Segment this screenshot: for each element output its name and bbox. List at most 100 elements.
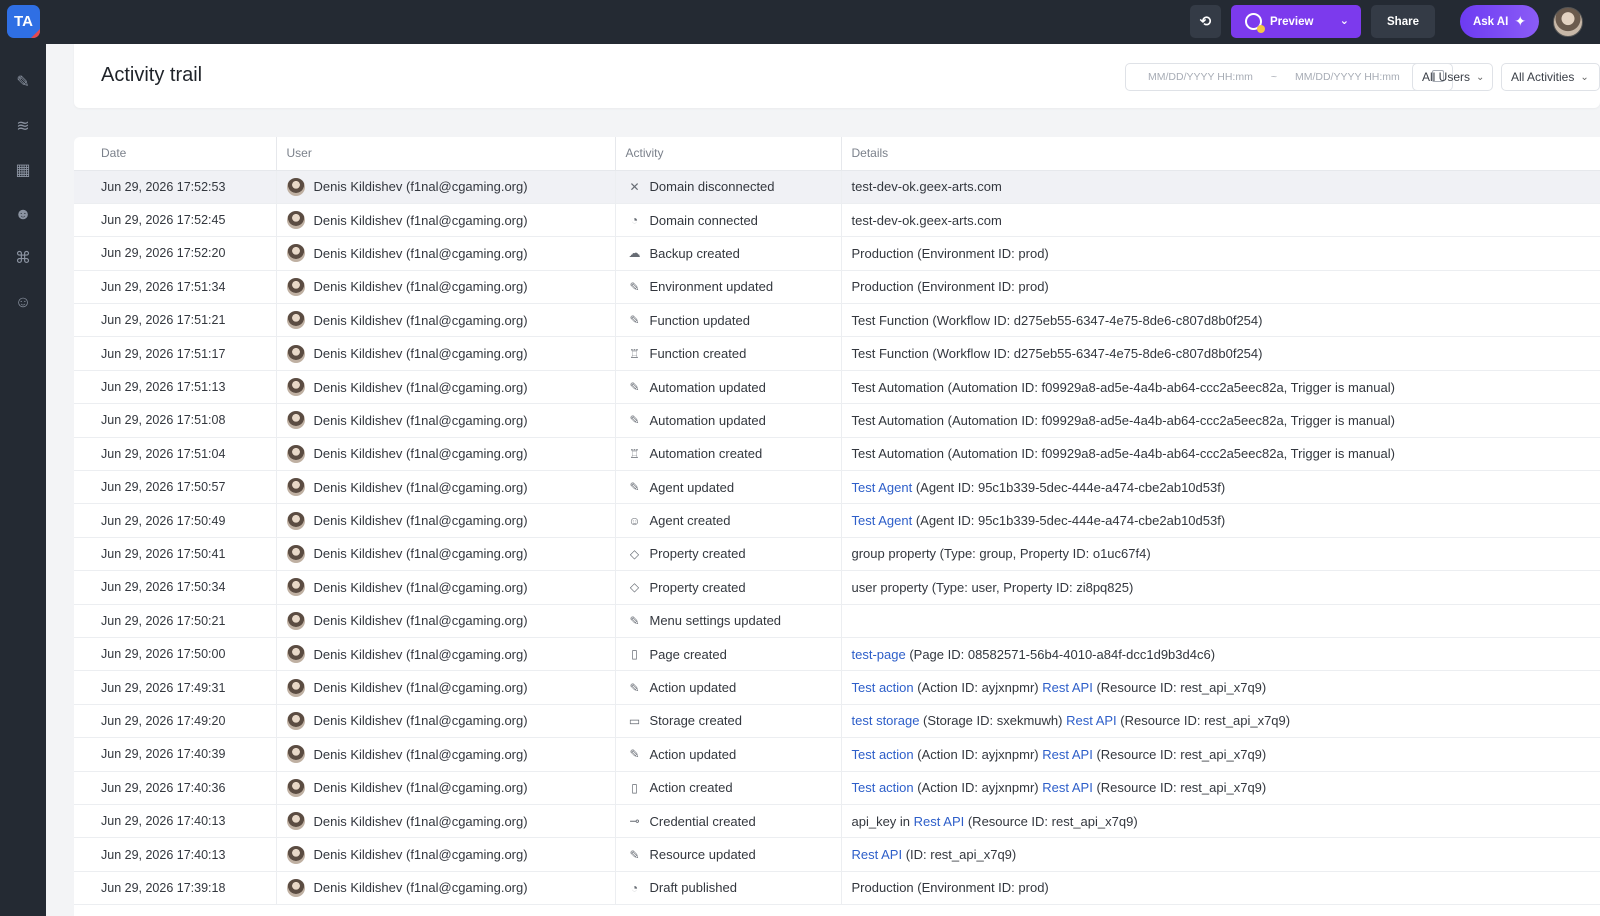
activities-filter-dropdown[interactable]: All Activities ⌄ [1501, 63, 1600, 91]
database-icon[interactable]: ≋ [14, 118, 32, 136]
row-date: Jun 29, 2026 17:51:04 [74, 437, 277, 472]
details-text: Test Automation (Automation ID: f09929a8… [851, 446, 1395, 462]
row-details: group property (Type: group, Property ID… [841, 537, 1600, 572]
column-header-details[interactable]: Details [841, 137, 1600, 171]
table-row[interactable]: Jun 29, 2026 17:52:45 Denis Kildishev (f1… [74, 203, 1600, 238]
users-filter-dropdown[interactable]: All Users ⌄ [1412, 63, 1493, 91]
row-date: Jun 29, 2026 17:50:57 [74, 470, 277, 505]
avatar [286, 878, 305, 897]
details-link[interactable]: Test action [852, 680, 914, 695]
table-row[interactable]: Jun 29, 2026 17:50:57 Denis Kildishev (f1… [74, 470, 1600, 505]
table-row[interactable]: Jun 29, 2026 17:40:13 Denis Kildishev (f1… [74, 804, 1600, 839]
details-link[interactable]: Rest API [914, 814, 965, 829]
details-link[interactable]: Test action [852, 780, 914, 795]
row-details [841, 604, 1600, 638]
chevron-down-icon[interactable]: ⌄ [1340, 14, 1349, 27]
date-range-picker[interactable]: MM/DD/YYYY HH:mm ~ MM/DD/YYYY HH:mm [1125, 63, 1453, 91]
table-row[interactable]: Jun 29, 2026 17:50:49 Denis Kildishev (f1… [74, 503, 1600, 538]
table-row[interactable]: Jun 29, 2026 17:40:13 Denis Kildishev (f1… [74, 837, 1600, 872]
activity-cell: ✎ Automation updated [626, 413, 841, 428]
details-link[interactable]: Test Agent [852, 480, 913, 495]
details-link[interactable]: Test Agent [852, 513, 913, 528]
history-button[interactable]: ⟲ [1190, 5, 1221, 38]
activity-label: Function created [649, 346, 747, 362]
design-icon[interactable]: ✎ [14, 74, 32, 92]
activity-icon: ✎ [629, 413, 640, 428]
date-from-input[interactable]: MM/DD/YYYY HH:mm [1148, 71, 1253, 83]
details-link[interactable]: test storage [852, 713, 920, 728]
row-activity: ✎ Agent updated [615, 470, 842, 505]
row-date: Jun 29, 2026 17:51:08 [74, 403, 277, 438]
date-to-input[interactable]: MM/DD/YYYY HH:mm [1295, 71, 1400, 83]
table-row[interactable]: Jun 29, 2026 17:52:20 Denis Kildishev (f1… [74, 236, 1600, 271]
table-row[interactable]: Jun 29, 2026 17:40:39 Denis Kildishev (f1… [74, 737, 1600, 772]
activity-label: Page created [649, 646, 727, 662]
column-header-user[interactable]: User [276, 137, 616, 171]
table-row[interactable]: Jun 29, 2026 17:52:53 Denis Kildishev (f1… [74, 170, 1600, 204]
user-avatar[interactable] [1553, 7, 1583, 37]
details-link[interactable]: Rest API [1066, 713, 1117, 728]
details-text: (Action ID: ayjxnpmr) [913, 746, 1043, 762]
user-name: Denis Kildishev (f1nal@cgaming.org) [313, 479, 528, 495]
table-row[interactable]: Jun 29, 2026 17:39:18 Denis Kildishev (f1… [74, 871, 1600, 906]
table-row[interactable]: Jun 29, 2026 17:49:31 Denis Kildishev (f1… [74, 670, 1600, 705]
details-link[interactable]: test-page [852, 647, 906, 662]
details-text: Production (Environment ID: prod) [851, 279, 1049, 295]
activity-icon: ✕ [629, 179, 640, 194]
details-link[interactable]: Rest API [1042, 680, 1093, 695]
column-header-date[interactable]: Date [74, 137, 277, 171]
details-text: (ID: rest_api_x7q9) [902, 847, 1017, 862]
row-details: Test action (Action ID: ayjxnpmr) Rest A… [841, 737, 1600, 772]
user-name: Denis Kildishev (f1nal@cgaming.org) [313, 513, 528, 529]
org-chart-icon[interactable]: ⌘ [14, 250, 32, 268]
activity-label: Draft published [649, 880, 737, 896]
details-link[interactable]: Rest API [1042, 747, 1093, 762]
user-cell: Denis Kildishev (f1nal@cgaming.org) [286, 444, 615, 463]
row-date: Jun 29, 2026 17:40:13 [74, 837, 277, 872]
details-link[interactable]: Test action [852, 747, 914, 762]
activity-cell: ♖ Automation created [626, 446, 841, 461]
share-button[interactable]: Share [1371, 5, 1435, 38]
row-date: Jun 29, 2026 17:52:45 [74, 203, 277, 238]
page-title: Activity trail [101, 64, 203, 86]
agent-icon[interactable]: ☺ [14, 294, 32, 312]
table-row[interactable]: Jun 29, 2026 17:40:36 Denis Kildishev (f1… [74, 771, 1600, 805]
table-row[interactable]: Jun 29, 2026 17:51:08 Denis Kildishev (f1… [74, 403, 1600, 438]
app-logo[interactable]: TA [7, 5, 40, 38]
activity-label: Credential created [649, 813, 756, 829]
table-row[interactable]: Jun 29, 2026 17:49:20 Denis Kildishev (f1… [74, 704, 1600, 739]
details-link[interactable]: Rest API [852, 847, 903, 862]
ask-ai-button[interactable]: Ask AI ✦ [1460, 5, 1539, 38]
table-row[interactable]: Jun 29, 2026 17:50:34 Denis Kildishev (f1… [74, 570, 1600, 605]
layout-icon[interactable]: ▦ [14, 162, 32, 180]
row-details: Test Agent (Agent ID: 95c1b339-5dec-444e… [841, 470, 1600, 505]
column-header-activity[interactable]: Activity [615, 137, 842, 171]
table-row[interactable]: Jun 29, 2026 17:51:34 Denis Kildishev (f1… [74, 270, 1600, 305]
table-row[interactable]: Jun 29, 2026 17:50:41 Denis Kildishev (f1… [74, 537, 1600, 572]
row-activity: ✎ Action updated [615, 670, 842, 705]
row-activity: ☺ Agent created [615, 503, 842, 538]
table-row[interactable]: Jun 29, 2026 17:51:21 Denis Kildishev (f1… [74, 303, 1600, 338]
table-row[interactable]: Jun 29, 2026 17:51:17 Denis Kildishev (f1… [74, 336, 1600, 371]
activity-cell: ◔ Draft published [626, 880, 841, 895]
activity-label: Domain connected [649, 212, 758, 228]
row-activity: ◇ Property created [615, 537, 842, 572]
row-details: test-dev-ok.geex-arts.com [841, 203, 1600, 238]
user-cell: Denis Kildishev (f1nal@cgaming.org) [286, 478, 615, 497]
avatar [286, 177, 305, 196]
row-date: Jun 29, 2026 17:51:34 [74, 270, 277, 305]
table-row[interactable]: Jun 29, 2026 17:51:04 Denis Kildishev (f1… [74, 437, 1600, 472]
table-row[interactable]: Jun 29, 2026 17:50:21 Denis Kildishev (f1… [74, 604, 1600, 638]
row-details: test-dev-ok.geex-arts.com [841, 170, 1600, 204]
activity-table-card: Date User Activity Details Jun 29, 2026 … [74, 137, 1600, 916]
row-user: Denis Kildishev (f1nal@cgaming.org) [276, 437, 616, 472]
preview-button[interactable]: Preview ⌄ [1231, 5, 1361, 38]
users-icon[interactable]: ☻ [14, 206, 32, 224]
table-row[interactable]: Jun 29, 2026 17:50:00 Denis Kildishev (f1… [74, 637, 1600, 672]
row-details: Test Function (Workflow ID: d275eb55-634… [841, 303, 1600, 338]
table-row[interactable]: Jun 29, 2026 17:51:13 Denis Kildishev (f1… [74, 370, 1600, 405]
user-name: Denis Kildishev (f1nal@cgaming.org) [313, 646, 528, 662]
details-link[interactable]: Rest API [1042, 780, 1093, 795]
row-details: Test action (Action ID: ayjxnpmr) Rest A… [841, 771, 1600, 805]
left-sidebar: ✎ ≋ ▦ ☻ ⌘ ☺ [0, 44, 46, 916]
